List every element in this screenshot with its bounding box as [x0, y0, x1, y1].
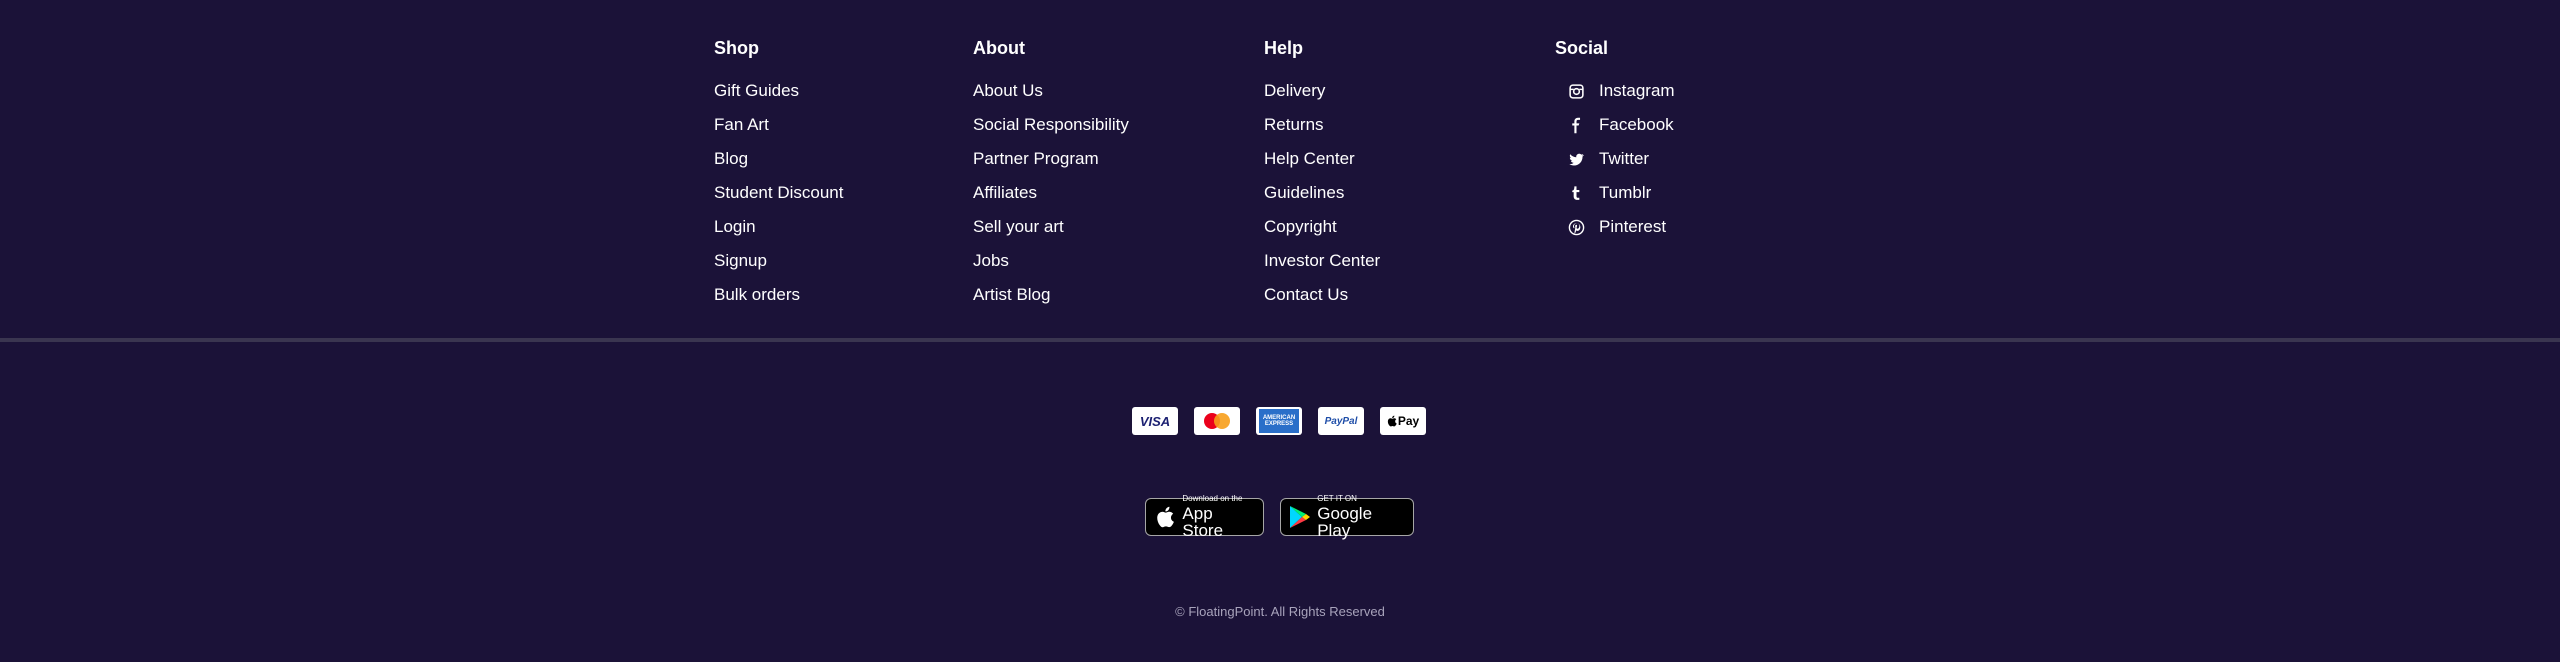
- link-help-center[interactable]: Help Center: [1264, 142, 1380, 176]
- link-fan-art[interactable]: Fan Art: [714, 108, 843, 142]
- column-heading-shop: Shop: [714, 38, 759, 58]
- visa-label: VISA: [1139, 413, 1171, 429]
- footer-column-help: Help Delivery Returns Help Center Guidel…: [1264, 36, 1380, 312]
- social-label-facebook: Facebook: [1599, 115, 1674, 134]
- link-investor-center[interactable]: Investor Center: [1264, 244, 1380, 278]
- link-affiliates[interactable]: Affiliates: [973, 176, 1129, 210]
- link-contact-us[interactable]: Contact Us: [1264, 278, 1380, 312]
- social-label-pinterest: Pinterest: [1599, 217, 1667, 236]
- app-store-badges: Download on the App Store GET IT ON Goog…: [1145, 494, 1414, 540]
- twitter-icon: [1567, 150, 1585, 168]
- app-store-big-text: App Store: [1182, 504, 1224, 540]
- social-link-tumblr[interactable]: Tumblr: [1555, 176, 1675, 210]
- social-label-tumblr: Tumblr: [1599, 183, 1652, 202]
- social-link-facebook[interactable]: Facebook: [1555, 108, 1675, 142]
- google-play-button[interactable]: GET IT ON Google Play: [1280, 494, 1414, 540]
- social-link-pinterest[interactable]: Pinterest: [1555, 210, 1675, 244]
- apple-pay-icon: Pay: [1380, 407, 1426, 435]
- footer-divider: [0, 338, 2560, 342]
- link-partner-program[interactable]: Partner Program: [973, 142, 1129, 176]
- app-store-button[interactable]: Download on the App Store: [1145, 494, 1264, 540]
- column-heading-help: Help: [1264, 38, 1304, 58]
- link-social-responsibility[interactable]: Social Responsibility: [973, 108, 1129, 142]
- link-bulk-orders[interactable]: Bulk orders: [714, 278, 843, 312]
- link-login[interactable]: Login: [714, 210, 843, 244]
- google-play-icon: [1289, 505, 1311, 529]
- social-link-instagram[interactable]: Instagram: [1555, 74, 1675, 108]
- instagram-icon: [1567, 82, 1585, 100]
- amex-label: AMERICAN EXPRESS: [1259, 409, 1299, 433]
- column-heading-about: About: [973, 38, 1025, 58]
- facebook-icon: [1567, 116, 1585, 134]
- link-copyright[interactable]: Copyright: [1264, 210, 1380, 244]
- footer-column-shop: Shop Gift Guides Fan Art Blog Student Di…: [714, 36, 843, 312]
- visa-card-icon: VISA: [1132, 407, 1178, 435]
- copyright-text: © FloatingPoint. All Rights Reserved: [1175, 604, 1385, 619]
- footer-column-social: Social Instagram Facebook Twitter Tumblr…: [1555, 36, 1675, 244]
- social-label-instagram: Instagram: [1599, 81, 1675, 100]
- link-signup[interactable]: Signup: [714, 244, 843, 278]
- app-store-small-text: Download on the: [1182, 494, 1243, 503]
- link-guidelines[interactable]: Guidelines: [1264, 176, 1380, 210]
- mastercard-icon: [1194, 407, 1240, 435]
- apple-icon: [1154, 505, 1176, 529]
- google-play-small-text: GET IT ON: [1317, 494, 1357, 503]
- link-sell-your-art[interactable]: Sell your art: [973, 210, 1129, 244]
- amex-card-icon: AMERICAN EXPRESS: [1256, 407, 1302, 435]
- footer-links: Shop Gift Guides Fan Art Blog Student Di…: [0, 0, 2560, 342]
- link-gift-guides[interactable]: Gift Guides: [714, 74, 843, 108]
- link-jobs[interactable]: Jobs: [973, 244, 1129, 278]
- link-student-discount[interactable]: Student Discount: [714, 176, 843, 210]
- column-heading-social: Social: [1555, 38, 1609, 58]
- paypal-label: PayPal: [1324, 415, 1358, 427]
- social-link-twitter[interactable]: Twitter: [1555, 142, 1675, 176]
- payment-methods: VISA AMERICAN EXPRESS PayPal Pay: [1132, 407, 1426, 435]
- link-blog[interactable]: Blog: [714, 142, 843, 176]
- link-about-us[interactable]: About Us: [973, 74, 1129, 108]
- link-delivery[interactable]: Delivery: [1264, 74, 1380, 108]
- footer-column-about: About About Us Social Responsibility Par…: [973, 36, 1129, 312]
- link-artist-blog[interactable]: Artist Blog: [973, 278, 1129, 312]
- social-label-twitter: Twitter: [1599, 149, 1650, 168]
- apple-pay-label: Pay: [1397, 414, 1420, 428]
- link-returns[interactable]: Returns: [1264, 108, 1380, 142]
- pinterest-icon: [1567, 218, 1585, 236]
- google-play-big-text: Google Play: [1317, 504, 1373, 540]
- paypal-card-icon: PayPal: [1318, 407, 1364, 435]
- tumblr-icon: [1567, 184, 1585, 202]
